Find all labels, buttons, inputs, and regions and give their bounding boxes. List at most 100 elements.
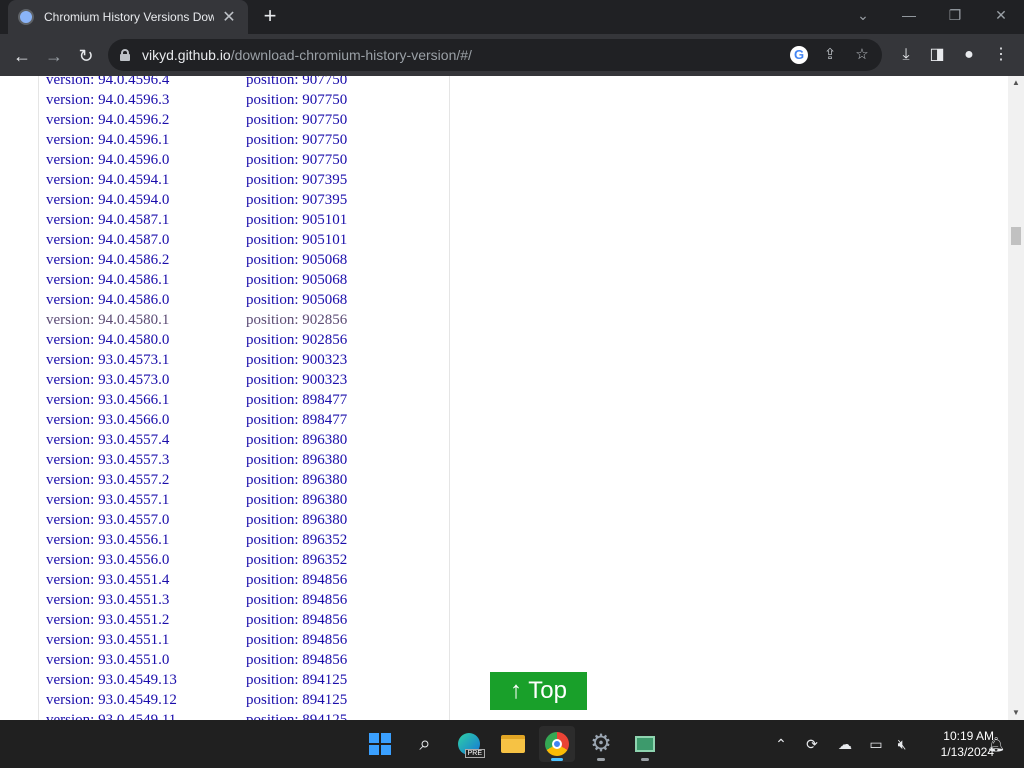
position-link[interactable]: position: 907395 xyxy=(246,192,347,209)
search-icon[interactable]: ⌕ xyxy=(407,726,443,762)
scrollbar-thumb[interactable] xyxy=(1011,227,1021,245)
position-link[interactable]: position: 900323 xyxy=(246,352,347,369)
version-link[interactable]: version: 94.0.4587.1 xyxy=(46,212,169,229)
version-link[interactable]: version: 93.0.4551.1 xyxy=(46,632,169,649)
network-icon[interactable]: ▭ xyxy=(866,734,886,754)
position-link[interactable]: position: 894125 xyxy=(246,692,347,709)
position-link[interactable]: position: 894125 xyxy=(246,672,347,689)
version-link[interactable]: version: 93.0.4566.0 xyxy=(46,412,169,429)
position-link[interactable]: position: 902856 xyxy=(246,312,347,329)
position-link[interactable]: position: 907750 xyxy=(246,152,347,169)
version-link[interactable]: version: 94.0.4596.2 xyxy=(46,112,169,129)
version-link[interactable]: version: 93.0.4557.3 xyxy=(46,452,169,469)
app-taskbar-icon[interactable] xyxy=(627,726,663,762)
new-tab-button[interactable]: + xyxy=(258,5,282,29)
minimize-button[interactable]: — xyxy=(886,0,932,30)
position-link[interactable]: position: 907750 xyxy=(246,132,347,149)
reload-button[interactable]: ↻ xyxy=(72,42,100,70)
version-link[interactable]: version: 94.0.4596.1 xyxy=(46,132,169,149)
position-link[interactable]: position: 894856 xyxy=(246,612,347,629)
scroll-down-arrow-icon[interactable]: ▼ xyxy=(1008,706,1024,720)
version-link[interactable]: version: 93.0.4551.2 xyxy=(46,612,169,629)
version-link[interactable]: version: 93.0.4549.12 xyxy=(46,692,177,709)
profile-icon[interactable]: ● xyxy=(958,44,980,66)
file-explorer-icon[interactable] xyxy=(495,726,531,762)
close-window-button[interactable]: ✕ xyxy=(978,0,1024,30)
version-link[interactable]: version: 93.0.4556.1 xyxy=(46,532,169,549)
position-link[interactable]: position: 896380 xyxy=(246,512,347,529)
bookmark-star-icon[interactable]: ☆ xyxy=(852,45,872,65)
sync-icon[interactable]: ⟳ xyxy=(802,734,822,754)
position-link[interactable]: position: 898477 xyxy=(246,392,347,409)
side-panel-icon[interactable]: ◨ xyxy=(926,44,948,66)
edge-preview-icon[interactable]: PRE xyxy=(451,726,487,762)
version-link[interactable]: version: 93.0.4557.0 xyxy=(46,512,169,529)
version-link[interactable]: version: 93.0.4557.1 xyxy=(46,492,169,509)
position-link[interactable]: position: 907750 xyxy=(246,112,347,129)
address-bar[interactable]: vikyd.github.io/download-chromium-histor… xyxy=(108,39,882,71)
download-icon[interactable]: ⤓ xyxy=(895,44,917,66)
volume-muted-icon[interactable]: 🔇︎ xyxy=(892,734,912,754)
version-link[interactable]: version: 94.0.4587.0 xyxy=(46,232,169,249)
version-link[interactable]: version: 93.0.4549.11 xyxy=(46,712,176,720)
version-link[interactable]: version: 93.0.4549.13 xyxy=(46,672,177,689)
version-link[interactable]: version: 94.0.4580.1 xyxy=(46,312,169,329)
forward-button[interactable]: → xyxy=(40,42,68,70)
version-link[interactable]: version: 94.0.4594.1 xyxy=(46,172,169,189)
position-link[interactable]: position: 896380 xyxy=(246,432,347,449)
position-link[interactable]: position: 896352 xyxy=(246,532,347,549)
lock-icon[interactable] xyxy=(120,49,130,61)
version-link[interactable]: version: 94.0.4580.0 xyxy=(46,332,169,349)
version-link[interactable]: version: 94.0.4586.2 xyxy=(46,252,169,269)
settings-taskbar-icon[interactable]: ⚙ xyxy=(583,726,619,762)
position-link[interactable]: position: 894856 xyxy=(246,652,347,669)
onedrive-cloud-icon[interactable]: ☁ xyxy=(835,734,855,754)
position-link[interactable]: position: 894856 xyxy=(246,592,347,609)
notification-bell-icon[interactable]: 🔔︎ xyxy=(986,734,1006,754)
url-text[interactable]: vikyd.github.io/download-chromium-histor… xyxy=(142,47,472,63)
position-link[interactable]: position: 905101 xyxy=(246,232,347,249)
position-link[interactable]: position: 900323 xyxy=(246,372,347,389)
position-link[interactable]: position: 907750 xyxy=(246,76,347,89)
position-link[interactable]: position: 896380 xyxy=(246,472,347,489)
scroll-to-top-button[interactable]: ↑ Top xyxy=(490,672,587,710)
version-link[interactable]: version: 94.0.4596.3 xyxy=(46,92,169,109)
restore-button[interactable]: ❐ xyxy=(932,0,978,30)
chrome-taskbar-icon[interactable] xyxy=(539,726,575,762)
position-link[interactable]: position: 894125 xyxy=(246,712,347,720)
position-link[interactable]: position: 905101 xyxy=(246,212,347,229)
version-link[interactable]: version: 94.0.4596.0 xyxy=(46,152,169,169)
position-link[interactable]: position: 905068 xyxy=(246,272,347,289)
version-link[interactable]: version: 94.0.4586.1 xyxy=(46,272,169,289)
start-button[interactable] xyxy=(362,726,398,762)
page-scrollbar[interactable]: ▲ ▼ xyxy=(1008,76,1024,720)
position-link[interactable]: position: 896380 xyxy=(246,452,347,469)
google-lens-icon[interactable]: G xyxy=(790,46,808,64)
position-link[interactable]: position: 894856 xyxy=(246,632,347,649)
position-link[interactable]: position: 894856 xyxy=(246,572,347,589)
back-button[interactable]: ← xyxy=(8,42,36,70)
position-link[interactable]: position: 907395 xyxy=(246,172,347,189)
version-link[interactable]: version: 93.0.4551.0 xyxy=(46,652,169,669)
version-link[interactable]: version: 93.0.4566.1 xyxy=(46,392,169,409)
chevron-up-icon[interactable]: ⌃ xyxy=(771,734,791,754)
browser-tab[interactable]: Chromium History Versions Dow ✕ xyxy=(8,0,248,34)
tab-search-chevron-icon[interactable]: ⌄ xyxy=(840,0,886,30)
scroll-up-arrow-icon[interactable]: ▲ xyxy=(1008,76,1024,90)
position-link[interactable]: position: 905068 xyxy=(246,252,347,269)
tab-close-icon[interactable]: ✕ xyxy=(220,7,238,27)
version-link[interactable]: version: 94.0.4586.0 xyxy=(46,292,169,309)
position-link[interactable]: position: 896352 xyxy=(246,552,347,569)
menu-icon[interactable]: ⋮ xyxy=(990,44,1012,66)
version-link[interactable]: version: 93.0.4551.3 xyxy=(46,592,169,609)
position-link[interactable]: position: 907750 xyxy=(246,92,347,109)
share-icon[interactable]: ⇪ xyxy=(820,45,840,65)
version-link[interactable]: version: 93.0.4557.4 xyxy=(46,432,169,449)
version-link[interactable]: version: 93.0.4557.2 xyxy=(46,472,169,489)
version-link[interactable]: version: 93.0.4573.0 xyxy=(46,372,169,389)
version-link[interactable]: version: 93.0.4551.4 xyxy=(46,572,169,589)
version-link[interactable]: version: 94.0.4596.4 xyxy=(46,76,169,89)
clock[interactable]: 10:19 AM 1/13/2024 xyxy=(916,728,994,760)
position-link[interactable]: position: 898477 xyxy=(246,412,347,429)
position-link[interactable]: position: 905068 xyxy=(246,292,347,309)
